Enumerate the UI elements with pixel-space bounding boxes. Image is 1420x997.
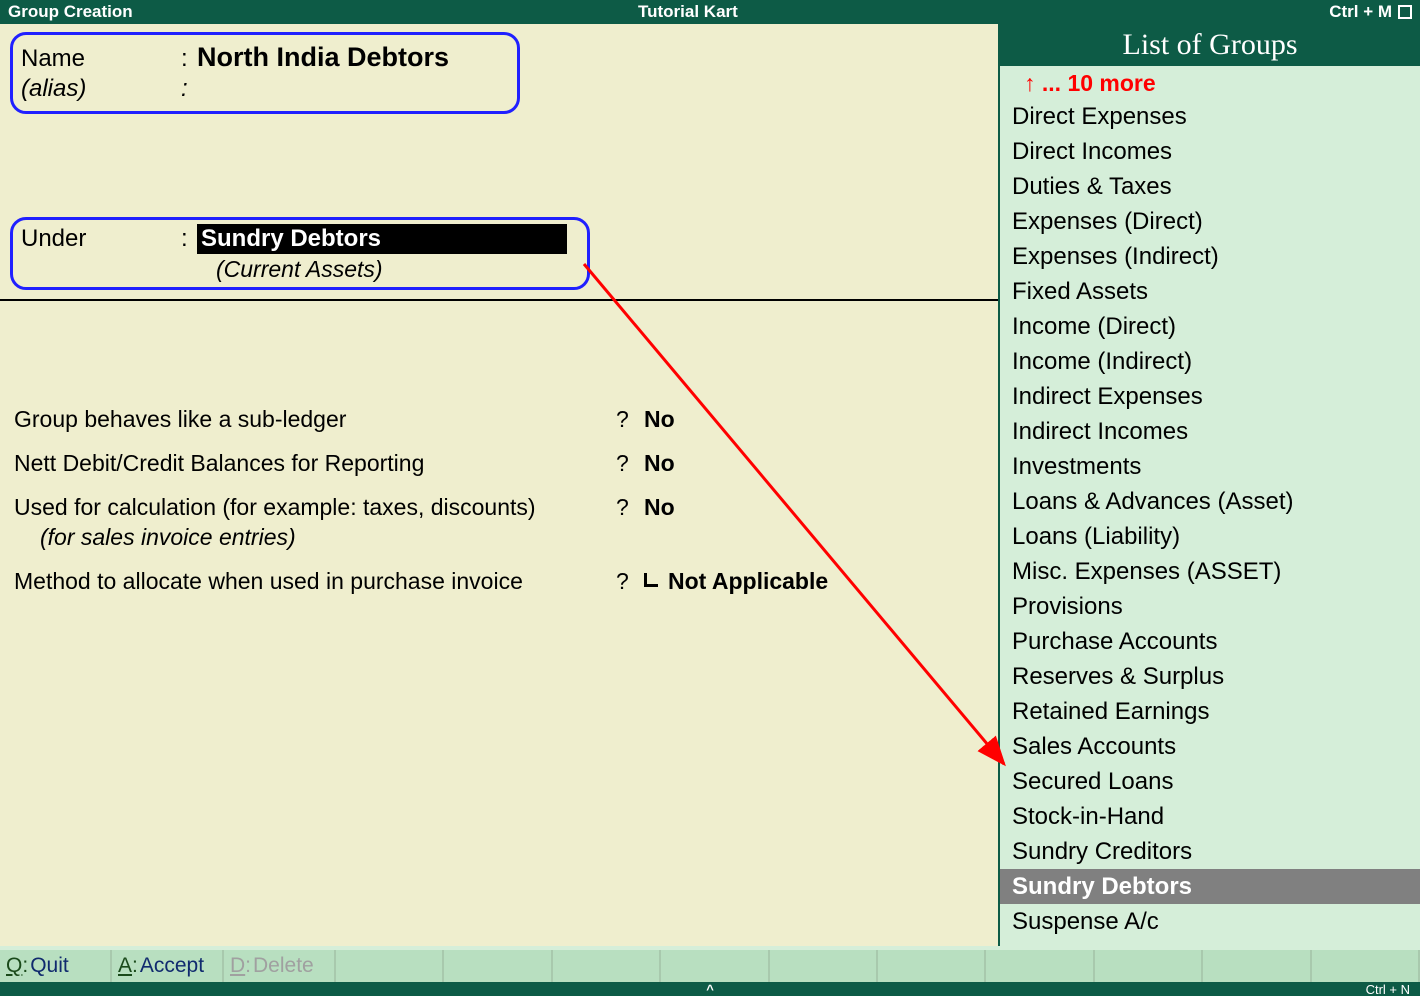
question-text: Method to allocate when used in purchase… — [14, 566, 616, 596]
bottom-bar: Q: QuitA: AcceptD: Delete ^ Ctrl + N — [0, 946, 1420, 996]
action-buttons: Q: QuitA: AcceptD: Delete — [0, 950, 1420, 982]
empty-button-slot[interactable] — [553, 950, 661, 982]
under-parent-text: (Current Assets) — [21, 256, 579, 283]
question-row: Nett Debit/Credit Balances for Reporting… — [14, 448, 828, 478]
question-text: Group behaves like a sub-ledger — [14, 404, 616, 434]
name-input[interactable]: North India Debtors — [197, 41, 449, 73]
group-list-item[interactable]: Misc. Expenses (ASSET) — [1000, 554, 1420, 589]
group-list-item[interactable]: Indirect Incomes — [1000, 414, 1420, 449]
list-scroll-more[interactable]: ↑ ... 10 more — [1000, 66, 1420, 99]
status-shortcut: Ctrl + N — [1366, 982, 1410, 997]
question-text: Used for calculation (for example: taxes… — [14, 492, 616, 552]
question-row: Method to allocate when used in purchase… — [14, 566, 828, 596]
question-subtext: (for sales invoice entries) — [14, 522, 616, 552]
group-list-item[interactable]: Sundry Debtors — [1000, 869, 1420, 904]
question-answer[interactable]: No — [644, 492, 675, 522]
title-bar: Group Creation Tutorial Kart Ctrl + M — [0, 0, 1420, 24]
question-mark: ? — [616, 566, 644, 596]
empty-button-slot[interactable] — [661, 950, 769, 982]
empty-button-slot[interactable] — [1203, 950, 1311, 982]
empty-button-slot[interactable] — [1312, 950, 1420, 982]
empty-button-slot[interactable] — [444, 950, 552, 982]
question-mark: ? — [616, 404, 644, 434]
question-answer[interactable]: Not Applicable — [644, 566, 828, 596]
group-list-item[interactable]: Direct Expenses — [1000, 99, 1420, 134]
screen-title: Group Creation — [8, 2, 638, 22]
group-list-item[interactable]: Direct Incomes — [1000, 134, 1420, 169]
name-label: Name — [21, 43, 181, 75]
accept-button[interactable]: A: Accept — [112, 950, 224, 982]
quit-button[interactable]: Q: Quit — [0, 950, 112, 982]
group-list-item[interactable]: Purchase Accounts — [1000, 624, 1420, 659]
empty-button-slot[interactable] — [878, 950, 986, 982]
group-list-item[interactable]: Provisions — [1000, 589, 1420, 624]
group-list-item[interactable]: Sundry Creditors — [1000, 834, 1420, 869]
section-divider — [0, 299, 998, 301]
topbar-shortcut: Ctrl + M — [1329, 2, 1392, 22]
window-control-icon[interactable] — [1398, 5, 1412, 19]
group-list-item[interactable]: Loans (Liability) — [1000, 519, 1420, 554]
expand-caret-icon[interactable]: ^ — [706, 982, 714, 997]
group-list-item[interactable]: Retained Earnings — [1000, 694, 1420, 729]
question-row: Group behaves like a sub-ledger?No — [14, 404, 828, 434]
empty-button-slot[interactable] — [1095, 950, 1203, 982]
alias-label: (alias) — [21, 75, 181, 103]
empty-button-slot[interactable] — [986, 950, 1094, 982]
dropdown-indicator-icon — [644, 573, 658, 587]
question-mark: ? — [616, 448, 644, 478]
company-name: Tutorial Kart — [638, 2, 1329, 22]
group-list-item[interactable]: Indirect Expenses — [1000, 379, 1420, 414]
questions-section: Group behaves like a sub-ledger?NoNett D… — [14, 404, 828, 610]
question-answer[interactable]: No — [644, 404, 675, 434]
group-list-item[interactable]: Reserves & Surplus — [1000, 659, 1420, 694]
question-mark: ? — [616, 492, 644, 522]
group-list-item[interactable]: Income (Indirect) — [1000, 344, 1420, 379]
question-row: Used for calculation (for example: taxes… — [14, 492, 828, 552]
list-of-groups-title: List of Groups — [1000, 24, 1420, 66]
question-answer[interactable]: No — [644, 448, 675, 478]
empty-button-slot[interactable] — [336, 950, 444, 982]
group-list-item[interactable]: Income (Direct) — [1000, 309, 1420, 344]
group-list-item[interactable]: Investments — [1000, 449, 1420, 484]
group-list: Direct ExpensesDirect IncomesDuties & Ta… — [1000, 99, 1420, 974]
empty-button-slot[interactable] — [770, 950, 878, 982]
group-list-item[interactable]: Duties & Taxes — [1000, 169, 1420, 204]
question-text: Nett Debit/Credit Balances for Reporting — [14, 448, 616, 478]
group-list-item[interactable]: Sales Accounts — [1000, 729, 1420, 764]
delete-button[interactable]: D: Delete — [224, 950, 336, 982]
group-list-item[interactable]: Loans & Advances (Asset) — [1000, 484, 1420, 519]
group-list-item[interactable]: Stock-in-Hand — [1000, 799, 1420, 834]
group-list-item[interactable]: Fixed Assets — [1000, 274, 1420, 309]
group-list-item[interactable]: Secured Loans — [1000, 764, 1420, 799]
name-section: Name : North India Debtors (alias) : — [10, 32, 520, 114]
under-input[interactable]: Sundry Debtors — [197, 224, 567, 254]
status-bar: ^ Ctrl + N — [0, 982, 1420, 996]
group-list-item[interactable]: Expenses (Indirect) — [1000, 239, 1420, 274]
group-list-item[interactable]: Expenses (Direct) — [1000, 204, 1420, 239]
list-of-groups-panel: List of Groups ↑ ... 10 more Direct Expe… — [998, 24, 1420, 946]
group-list-item[interactable]: Suspense A/c — [1000, 904, 1420, 939]
under-section: Under : Sundry Debtors (Current Assets) — [10, 217, 590, 290]
under-label: Under — [21, 225, 181, 253]
